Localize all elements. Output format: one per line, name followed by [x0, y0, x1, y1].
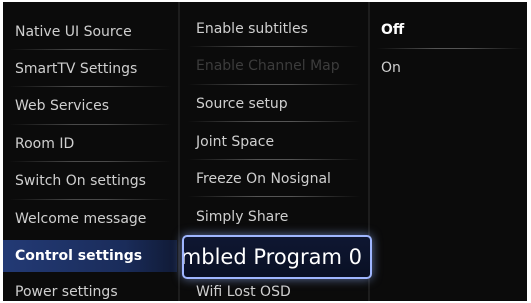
submenu-item-simply-share[interactable]: Simply Share [182, 203, 366, 231]
submenu-item-freeze-on-nosignal[interactable]: Freeze On Nosignal [182, 165, 366, 193]
settings-category-menu: Native UI Source SmartTV Settings Web Se… [3, 2, 177, 301]
submenu-item-enable-subtitles[interactable]: Enable subtitles [182, 15, 366, 43]
menu-item-welcome-message[interactable]: Welcome message [3, 205, 177, 233]
menu-item-room-id[interactable]: Room ID [3, 130, 177, 158]
submenu-item-enable-channel-map: Enable Channel Map [196, 58, 340, 74]
menu-item-switch-on-settings[interactable]: Switch On settings [3, 167, 177, 195]
menu-separator [9, 199, 171, 200]
column-divider [178, 2, 180, 301]
menu-separator [188, 46, 360, 47]
menu-separator [188, 159, 360, 160]
menu-separator [188, 196, 360, 197]
menu-separator [9, 49, 171, 50]
value-options-menu: Off On [373, 2, 527, 301]
control-settings-submenu: Enable subtitles Enable Channel Map Sour… [182, 2, 372, 301]
menu-separator [9, 86, 171, 87]
submenu-item-wifi-lost-osd[interactable]: Wifi Lost OSD [182, 278, 366, 301]
menu-separator [188, 121, 360, 122]
option-on[interactable]: On [373, 54, 527, 82]
menu-separator [188, 84, 360, 85]
focused-item-label: ımbled Program 0 [182, 245, 362, 269]
option-off[interactable]: Off [373, 16, 527, 44]
submenu-item-source-setup[interactable]: Source setup [182, 90, 366, 118]
menu-item-web-services[interactable]: Web Services [3, 92, 177, 120]
menu-separator [9, 124, 171, 125]
menu-separator [9, 161, 171, 162]
tv-settings-screen: Native UI Source SmartTV Settings Web Se… [3, 2, 527, 301]
submenu-item-joint-space[interactable]: Joint Space [182, 128, 366, 156]
submenu-item-scrambled-program-focused[interactable]: ımbled Program 0 [182, 235, 372, 279]
menu-item-native-ui-source[interactable]: Native UI Source [3, 18, 177, 46]
menu-separator [377, 48, 523, 49]
menu-item-control-settings[interactable]: Control settings [3, 240, 177, 272]
menu-item-smarttv-settings[interactable]: SmartTV Settings [3, 55, 177, 83]
menu-item-power-settings[interactable]: Power settings [3, 278, 177, 301]
